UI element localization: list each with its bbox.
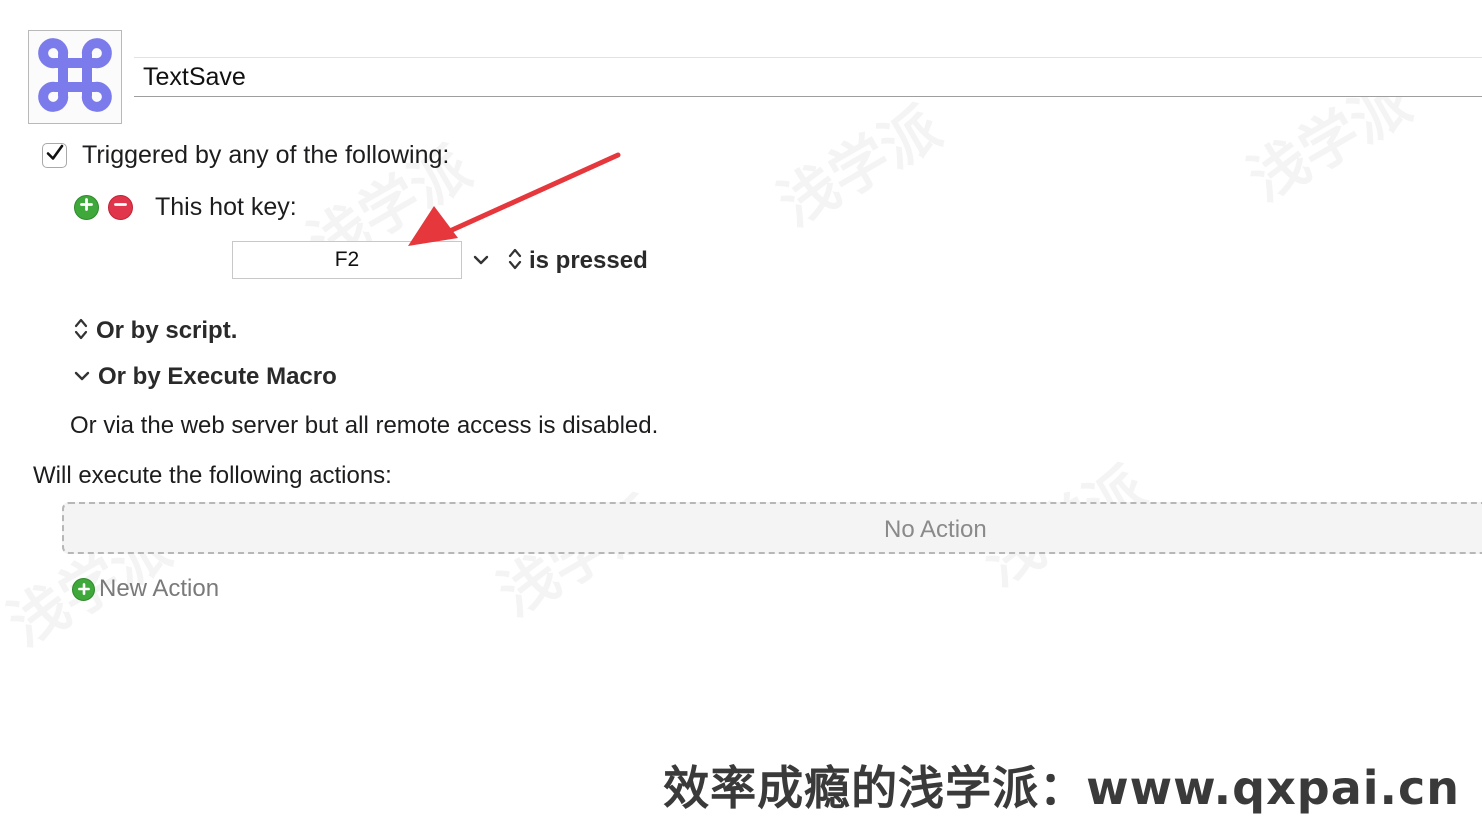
actions-header: Will execute the following actions:	[33, 462, 392, 489]
hotkey-field[interactable]	[232, 241, 462, 279]
or-by-script-popup[interactable]: Or by script.	[74, 316, 237, 346]
or-by-execute-macro-label: Or by Execute Macro	[98, 363, 337, 390]
macro-name-field[interactable]	[134, 57, 1482, 97]
plus-circle-icon	[72, 577, 95, 601]
checkmark-icon	[45, 143, 65, 168]
plus-icon	[80, 198, 93, 216]
hotkey-condition-popup[interactable]: is pressed	[508, 246, 648, 276]
command-key-icon	[37, 37, 113, 118]
no-action-label: No Action	[884, 516, 987, 543]
or-by-script-label: Or by script.	[96, 317, 238, 344]
footer-brand-watermark: 效率成瘾的浅学派：www.qxpai.cn	[663, 761, 1460, 815]
macro-icon-well[interactable]	[28, 30, 122, 124]
chevron-down-icon	[473, 252, 489, 270]
new-action-button[interactable]: New Action	[72, 575, 219, 603]
macro-editor: 浅学派 浅学派 浅学派 浅学派 浅学派 浅学派 Triggere	[0, 0, 1482, 832]
hotkey-condition-label: is pressed	[529, 247, 648, 274]
or-by-execute-macro-disclosure[interactable]: Or by Execute Macro	[74, 362, 337, 392]
up-down-chevron-icon	[74, 317, 96, 346]
web-server-note: Or via the web server but all remote acc…	[70, 412, 659, 439]
watermark: 浅学派	[761, 82, 954, 242]
hotkey-trigger-row: This hot key:	[74, 192, 297, 222]
triggers-enabled-row[interactable]: Triggered by any of the following:	[42, 140, 449, 170]
remove-trigger-button[interactable]	[108, 194, 133, 220]
triggers-header: Triggered by any of the following:	[82, 140, 450, 169]
hotkey-label: This hot key:	[155, 192, 297, 221]
minus-icon	[114, 198, 127, 216]
add-trigger-button[interactable]	[74, 194, 99, 220]
chevron-down-icon	[74, 368, 98, 386]
hotkey-options-dropdown[interactable]	[470, 250, 492, 272]
new-action-label: New Action	[99, 575, 220, 602]
up-down-chevron-icon	[508, 247, 522, 276]
actions-drop-zone[interactable]: No Action	[62, 502, 1482, 554]
triggers-enabled-checkbox[interactable]	[42, 142, 67, 168]
